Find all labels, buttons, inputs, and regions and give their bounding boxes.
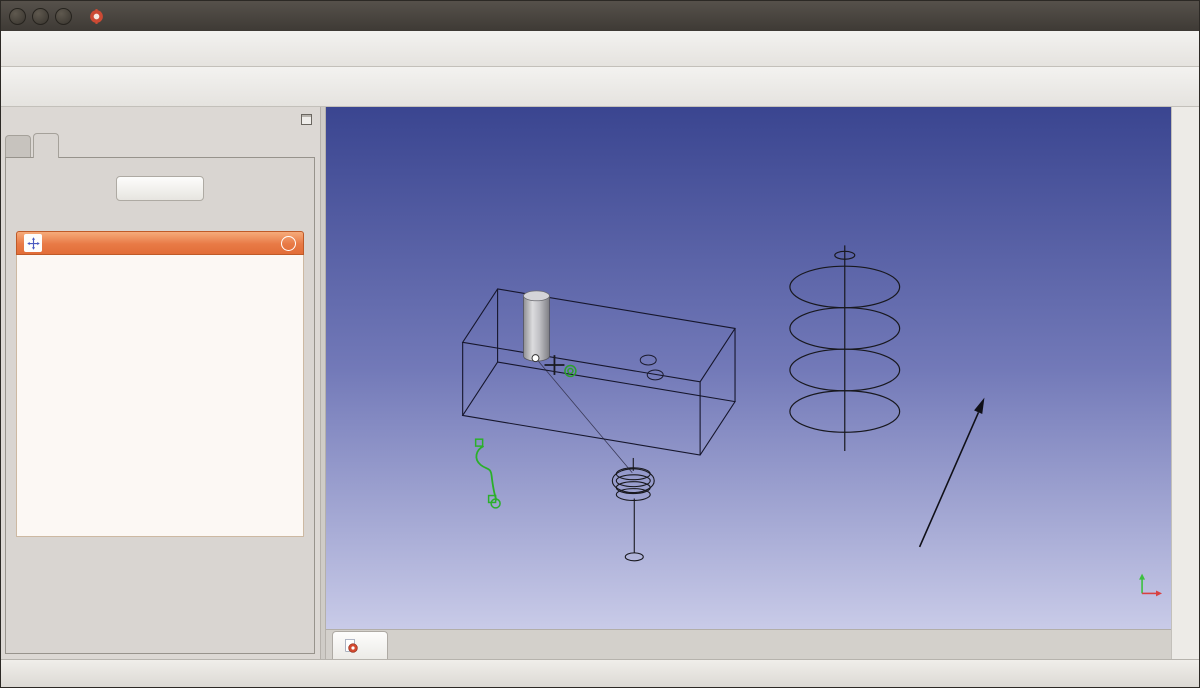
window-maximize-button[interactable]	[55, 8, 72, 25]
move-panel-header[interactable]	[16, 231, 304, 255]
document-icon	[343, 638, 359, 654]
statusbar	[1, 659, 1199, 687]
tab-model[interactable]	[5, 135, 31, 157]
tab-tasks[interactable]	[33, 133, 59, 158]
move-panel-body	[16, 255, 304, 537]
viewport-column	[326, 107, 1171, 659]
combo-view-panel	[1, 107, 321, 659]
float-panel-button[interactable]	[301, 114, 312, 125]
document-tab[interactable]	[332, 631, 388, 659]
titlebar[interactable]	[1, 1, 1199, 31]
combo-view-titlebar	[1, 107, 320, 131]
move-task-panel	[16, 231, 304, 537]
close-button[interactable]	[116, 176, 204, 201]
move-icon	[24, 234, 42, 252]
draft-toolbar	[1, 67, 1199, 107]
main-area	[1, 107, 1199, 659]
viewport-background	[326, 107, 1171, 629]
combo-view-tabs	[1, 131, 320, 157]
window-close-button[interactable]	[9, 8, 26, 25]
cylinder[interactable]	[524, 291, 550, 361]
tasks-panel	[5, 157, 315, 654]
main-toolbar	[1, 31, 1199, 67]
document-tabbar	[326, 629, 1171, 659]
viewport-3d[interactable]	[326, 107, 1171, 629]
panel-close-icon[interactable]	[281, 236, 296, 251]
snap-point	[532, 355, 539, 362]
snap-toolbar	[1171, 107, 1199, 659]
window-minimize-button[interactable]	[32, 8, 49, 25]
freecad-logo-icon	[88, 8, 105, 25]
freecad-window	[0, 0, 1200, 688]
